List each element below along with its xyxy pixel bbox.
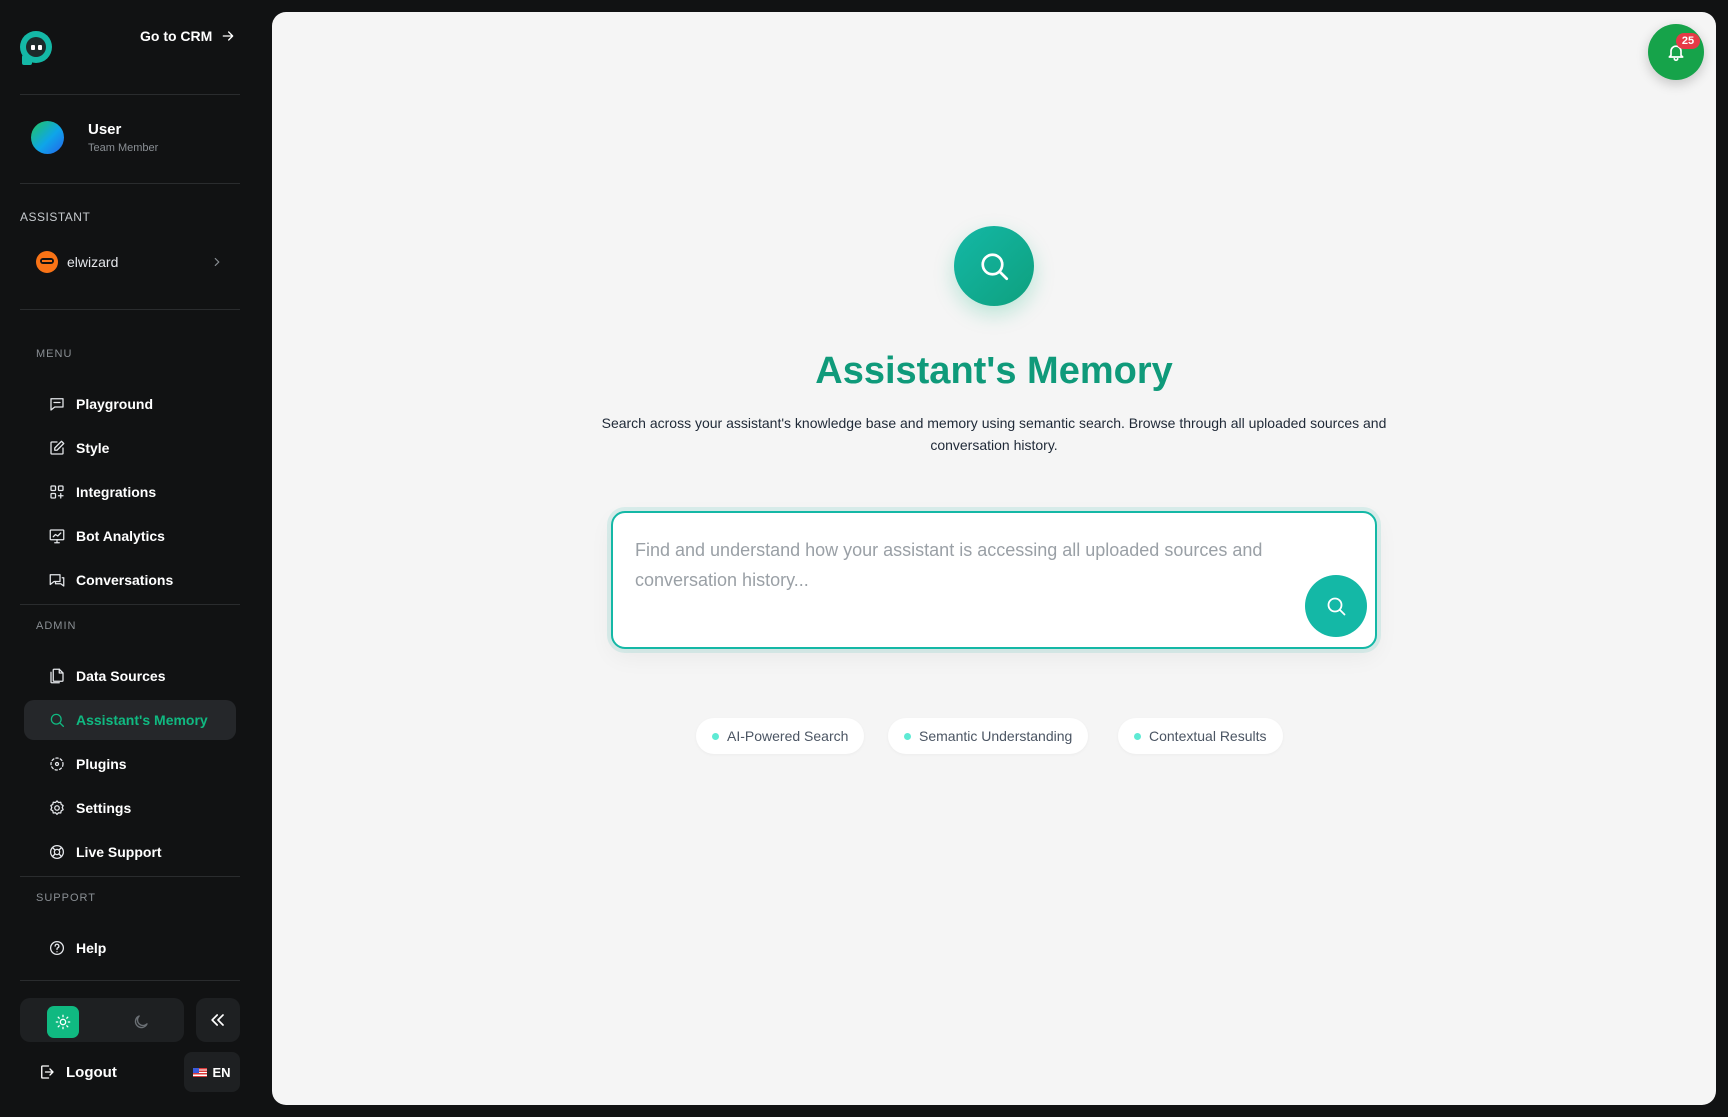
feature-chip-label: Contextual Results bbox=[1149, 728, 1267, 744]
logout-button[interactable]: Logout bbox=[38, 1063, 117, 1081]
go-to-crm-label: Go to CRM bbox=[140, 28, 213, 44]
sidebar-item-assistants-memory[interactable]: Assistant's Memory bbox=[24, 700, 236, 740]
chat-icon bbox=[50, 398, 64, 411]
assistant-section-title: ASSISTANT bbox=[20, 210, 91, 224]
bot-avatar-icon bbox=[36, 251, 58, 273]
chevron-right-icon bbox=[214, 257, 220, 267]
feature-chip-label: Semantic Understanding bbox=[919, 728, 1073, 744]
sidebar-item-label: Assistant's Memory bbox=[76, 712, 208, 728]
collapse-sidebar-button[interactable] bbox=[196, 998, 240, 1042]
moon-icon bbox=[134, 1015, 148, 1029]
sidebar-item-label: Live Support bbox=[76, 844, 162, 860]
chevrons-left-icon bbox=[211, 1014, 224, 1026]
go-to-crm-link[interactable]: Go to CRM bbox=[140, 28, 236, 44]
assistant-selector[interactable]: elwizard bbox=[20, 244, 240, 280]
feature-chip-contextual: Contextual Results bbox=[1118, 718, 1283, 754]
help-icon bbox=[49, 940, 65, 956]
chats-icon bbox=[49, 574, 65, 587]
user-name: User bbox=[88, 121, 122, 138]
plugin-icon bbox=[50, 757, 64, 771]
sun-icon bbox=[55, 1014, 71, 1030]
divider bbox=[20, 309, 240, 310]
chip-dot-icon bbox=[904, 732, 911, 740]
sidebar-item-label: Help bbox=[76, 940, 107, 956]
sidebar-item-live-support[interactable]: Live Support bbox=[24, 832, 236, 872]
sidebar-item-plugins[interactable]: Plugins bbox=[24, 744, 236, 784]
notification-count-badge: 25 bbox=[1676, 33, 1700, 49]
user-profile[interactable]: User Team Member bbox=[31, 121, 158, 154]
lifebuoy-icon bbox=[49, 844, 65, 860]
chart-icon bbox=[49, 529, 65, 544]
sidebar-item-label: Bot Analytics bbox=[76, 528, 165, 544]
feature-chip-ai-search: AI-Powered Search bbox=[696, 718, 865, 754]
language-label: EN bbox=[212, 1064, 231, 1080]
main-panel: 25 Assistant's Memory Search across your… bbox=[272, 12, 1716, 1105]
sidebar-item-conversations[interactable]: Conversations bbox=[24, 560, 236, 600]
divider bbox=[20, 876, 240, 877]
grid-plus-icon bbox=[50, 485, 64, 499]
memory-search-box bbox=[611, 511, 1377, 649]
chip-dot-icon bbox=[1134, 732, 1141, 740]
sidebar-item-help[interactable]: Help bbox=[24, 928, 236, 968]
admin-section-title: ADMIN bbox=[36, 620, 77, 632]
sidebar: Go to CRM User Team Member ASSISTANT elw… bbox=[0, 0, 272, 1117]
sidebar-item-label: Settings bbox=[76, 800, 132, 816]
feature-chip-semantic: Semantic Understanding bbox=[888, 718, 1089, 754]
divider bbox=[20, 604, 240, 605]
sidebar-item-label: Conversations bbox=[76, 572, 174, 588]
light-mode-button[interactable] bbox=[47, 1006, 79, 1038]
support-section-title: SUPPORT bbox=[36, 892, 96, 904]
user-role: Team Member bbox=[88, 142, 159, 154]
divider bbox=[20, 980, 240, 981]
search-submit-button[interactable] bbox=[1305, 575, 1367, 637]
page-title: Assistant's Memory bbox=[815, 350, 1173, 392]
memory-search-input[interactable] bbox=[635, 535, 1275, 615]
notifications-button[interactable]: 25 bbox=[1648, 24, 1704, 80]
language-selector[interactable]: EN bbox=[184, 1052, 240, 1092]
app-logo-icon[interactable] bbox=[20, 31, 52, 65]
sidebar-item-playground[interactable]: Playground bbox=[24, 384, 236, 424]
logout-icon bbox=[41, 1065, 54, 1079]
sidebar-item-integrations[interactable]: Integrations bbox=[24, 472, 236, 512]
sidebar-item-label: Data Sources bbox=[76, 668, 166, 684]
search-icon bbox=[1327, 597, 1346, 616]
us-flag-icon bbox=[193, 1067, 208, 1077]
sidebar-item-data-sources[interactable]: Data Sources bbox=[24, 656, 236, 696]
logout-label: Logout bbox=[66, 1063, 117, 1081]
search-icon bbox=[50, 713, 65, 728]
dark-mode-button[interactable] bbox=[125, 1006, 157, 1038]
menu-section-title: MENU bbox=[36, 348, 73, 360]
chip-dot-icon bbox=[712, 732, 719, 740]
arrow-right-icon bbox=[222, 31, 234, 41]
sidebar-item-bot-analytics[interactable]: Bot Analytics bbox=[24, 516, 236, 556]
page-subtitle: Search across your assistant's knowledge… bbox=[601, 415, 1387, 453]
assistant-name: elwizard bbox=[67, 254, 119, 270]
gear-icon bbox=[50, 800, 64, 816]
divider bbox=[20, 183, 240, 184]
sidebar-item-label: Integrations bbox=[76, 484, 157, 500]
feature-chip-label: AI-Powered Search bbox=[727, 728, 849, 744]
theme-toggle bbox=[20, 998, 184, 1042]
divider bbox=[20, 94, 240, 95]
edit-icon bbox=[50, 440, 65, 455]
avatar bbox=[31, 121, 64, 154]
memory-search-icon bbox=[954, 226, 1034, 306]
sidebar-item-style[interactable]: Style bbox=[24, 428, 236, 468]
files-icon bbox=[50, 668, 64, 684]
sidebar-item-label: Style bbox=[76, 440, 110, 456]
sidebar-item-label: Playground bbox=[76, 396, 154, 412]
sidebar-item-settings[interactable]: Settings bbox=[24, 788, 236, 828]
sidebar-item-label: Plugins bbox=[76, 756, 127, 772]
